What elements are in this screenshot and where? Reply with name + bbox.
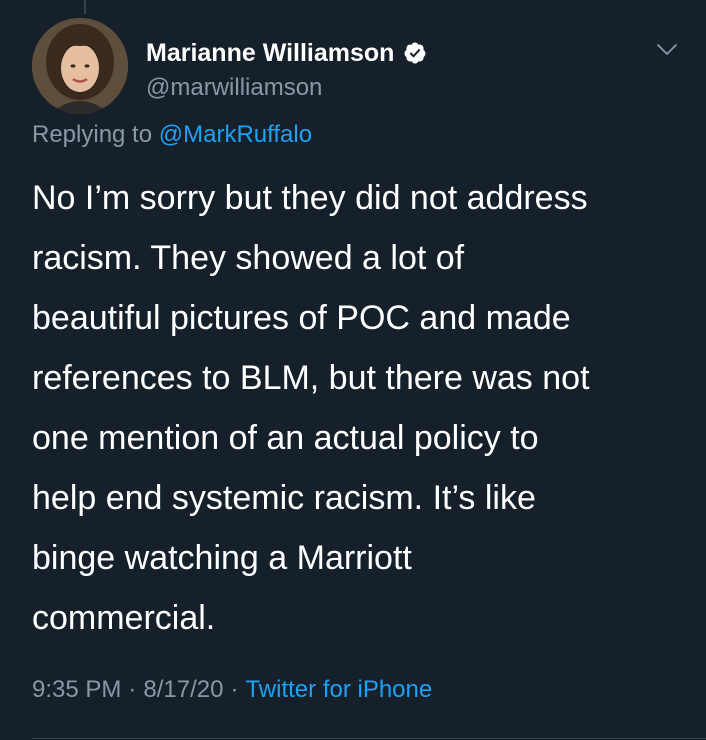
meta-separator: · xyxy=(230,676,239,703)
tweet-text-line: racism. They showed a lot of xyxy=(32,239,465,277)
tweet-text-line: one mention of an actual policy to xyxy=(32,419,539,457)
tweet-text-line: beautiful pictures of POC and made xyxy=(32,299,571,337)
tweet-text: No I’m sorry but they did not address ra… xyxy=(32,168,682,648)
tweet-metadata: 9:35 PM · 8/17/20 · Twitter for iPhone xyxy=(32,676,432,704)
bottom-divider xyxy=(32,738,706,739)
chevron-down-icon[interactable] xyxy=(655,40,679,60)
tweet-time[interactable]: 9:35 PM xyxy=(32,676,121,703)
author-handle[interactable]: @marwilliamson xyxy=(146,74,322,102)
tweet-text-line: No I’m sorry but they did not address xyxy=(32,179,588,217)
avatar[interactable] xyxy=(32,18,128,114)
tweet-text-line: help end systemic racism. It’s like xyxy=(32,479,536,517)
author-display-name[interactable]: Marianne Williamson xyxy=(146,39,394,68)
tweet-text-line: references to BLM, but there was not xyxy=(32,359,590,397)
meta-separator: · xyxy=(128,676,137,703)
tweet-text-line: binge watching a Marriott xyxy=(32,539,412,577)
verified-badge-icon xyxy=(404,42,426,64)
avatar-image xyxy=(32,18,128,114)
reply-mention-link[interactable]: @MarkRuffalo xyxy=(159,121,312,148)
tweet-text-line: commercial. xyxy=(32,599,216,637)
tweet-date[interactable]: 8/17/20 xyxy=(143,676,223,703)
tweet-source-link[interactable]: Twitter for iPhone xyxy=(245,676,432,703)
thread-connector-line xyxy=(84,0,86,14)
author-name-row[interactable]: Marianne Williamson xyxy=(146,36,427,70)
replying-to-prefix: Replying to xyxy=(32,121,153,148)
replying-to-line: Replying to @MarkRuffalo xyxy=(32,121,312,149)
